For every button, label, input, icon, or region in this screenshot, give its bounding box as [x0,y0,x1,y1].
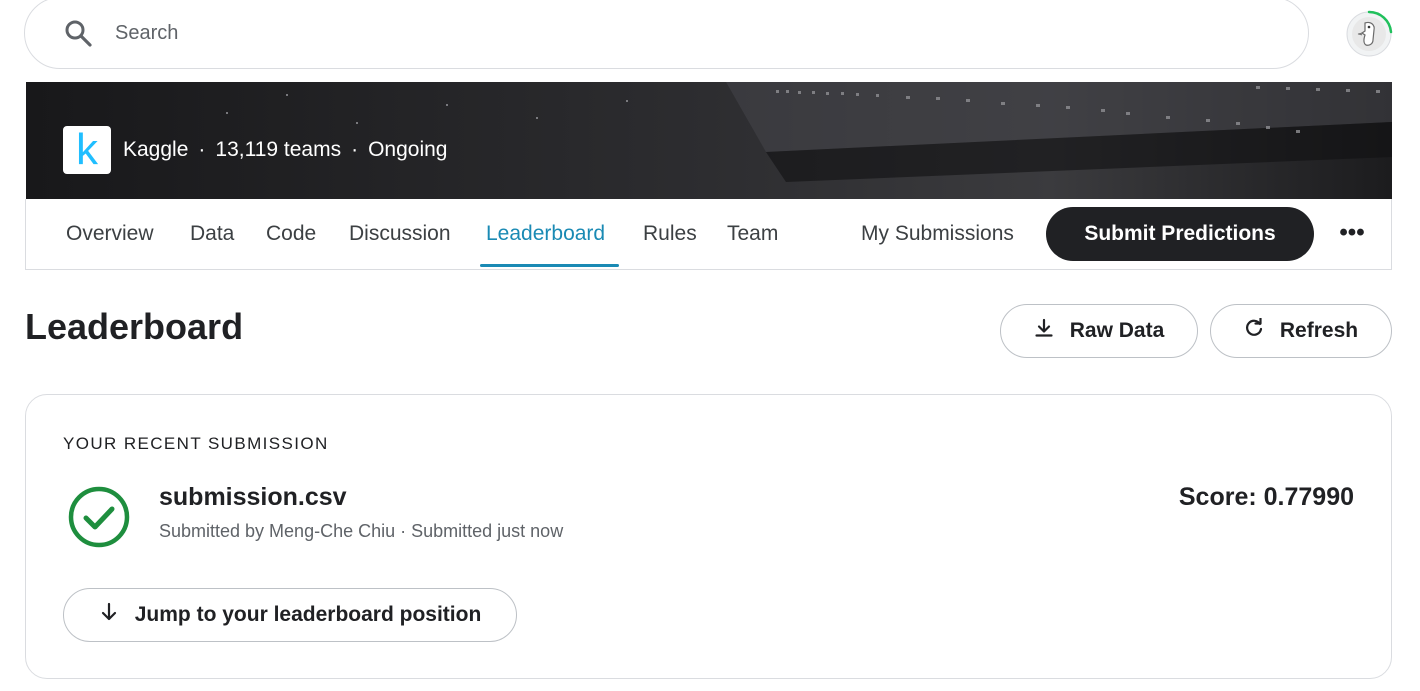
my-submissions-link[interactable]: My Submissions [861,199,1014,268]
recent-submission-heading: YOUR RECENT SUBMISSION [63,434,329,453]
competition-status: Ongoing [368,138,448,161]
competition-header: k Kaggle · 13,119 teams · Ongoing [26,82,1392,199]
org-name[interactable]: Kaggle [123,138,188,162]
search-bar[interactable] [24,0,1309,69]
recent-submission-card: YOUR RECENT SUBMISSION submission.csv Su… [25,394,1392,679]
submission-file-name: submission.csv [159,483,347,511]
page-title: Leaderboard [25,306,244,347]
team-count: 13,119 teams [215,138,342,161]
jump-label: Jump to your leaderboard position [134,603,482,626]
submission-meta: Submitted by Meng-Che Chiu · Submitted j… [159,521,564,541]
check-circle-icon [68,486,130,548]
avatar[interactable] [1345,10,1393,58]
active-tab-indicator [480,264,619,267]
more-options-icon[interactable]: ••• [1332,213,1372,253]
kaggle-logo: k [63,126,111,174]
competition-tabs: Overview Data Code Discussion Leaderboar… [25,199,1392,270]
tab-leaderboard[interactable]: Leaderboard [486,199,605,268]
refresh-icon [1244,317,1264,344]
submission-score: Score: 0.77990 [1178,483,1354,511]
competition-meta: k Kaggle · 13,119 teams · Ongoing [63,126,448,174]
submit-predictions-button[interactable]: Submit Predictions [1046,207,1314,261]
tab-code[interactable]: Code [266,199,316,268]
search-icon [63,18,93,48]
separator: · [198,138,206,161]
refresh-label: Refresh [1279,319,1359,342]
search-input[interactable] [115,21,1015,45]
arrow-down-icon [99,602,119,628]
tab-discussion[interactable]: Discussion [349,199,451,268]
separator: · [351,138,359,161]
raw-data-label: Raw Data [1069,319,1165,342]
refresh-button[interactable]: Refresh [1210,304,1392,358]
jump-to-position-button[interactable]: Jump to your leaderboard position [63,588,517,642]
download-icon [1034,318,1054,344]
tab-rules[interactable]: Rules [643,199,697,268]
raw-data-button[interactable]: Raw Data [1000,304,1198,358]
tab-team[interactable]: Team [727,199,778,268]
tab-data[interactable]: Data [190,199,234,268]
tab-overview[interactable]: Overview [66,199,154,268]
